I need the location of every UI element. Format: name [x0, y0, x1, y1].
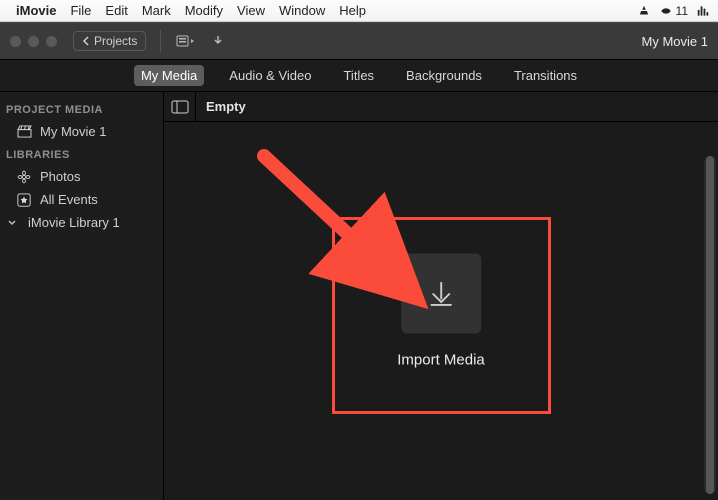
macos-menubar: iMovie File Edit Mark Modify View Window…: [0, 0, 718, 22]
flower-icon: [16, 170, 32, 184]
content-header: Empty: [164, 92, 718, 122]
scrollbar-thumb[interactable]: [706, 156, 714, 494]
sidebar-item-photos[interactable]: Photos: [0, 165, 163, 188]
window-zoom-icon[interactable]: [46, 36, 57, 47]
menu-file[interactable]: File: [70, 3, 91, 18]
menubar-extra-bars-icon[interactable]: [696, 4, 710, 18]
sidebar-item-label: My Movie 1: [40, 124, 106, 139]
clapperboard-icon: [16, 125, 32, 138]
menubar-extra-count-label: 11: [676, 4, 688, 18]
chevron-left-icon: [82, 36, 90, 46]
content-state-label: Empty: [196, 99, 246, 114]
star-icon: [16, 193, 32, 207]
menu-help[interactable]: Help: [339, 3, 366, 18]
menu-mark[interactable]: Mark: [142, 3, 171, 18]
menu-edit[interactable]: Edit: [105, 3, 127, 18]
clip-display-button[interactable]: [175, 34, 197, 48]
tab-backgrounds[interactable]: Backgrounds: [399, 65, 489, 86]
tab-my-media[interactable]: My Media: [134, 65, 204, 86]
import-button[interactable]: [207, 34, 229, 48]
tab-titles[interactable]: Titles: [336, 65, 381, 86]
toolbar-separator: [160, 30, 161, 52]
window-toolbar: Projects My Movie 1: [0, 22, 718, 60]
sidebar-header-project-media: PROJECT MEDIA: [0, 98, 163, 120]
tab-audio-video[interactable]: Audio & Video: [222, 65, 318, 86]
scrollbar[interactable]: [704, 156, 716, 494]
chevron-down-icon: [4, 218, 20, 228]
sidebar-item-all-events[interactable]: All Events: [0, 188, 163, 211]
sidebar-toggle-icon: [171, 100, 189, 114]
project-title: My Movie 1: [642, 34, 708, 49]
back-to-projects-button[interactable]: Projects: [73, 31, 146, 51]
sidebar-toggle-button[interactable]: [164, 92, 196, 122]
window-close-icon[interactable]: [10, 36, 21, 47]
sidebar-item-project[interactable]: My Movie 1: [0, 120, 163, 143]
window-controls[interactable]: [10, 36, 57, 47]
tab-transitions[interactable]: Transitions: [507, 65, 584, 86]
media-tabs: My Media Audio & Video Titles Background…: [0, 60, 718, 92]
menu-modify[interactable]: Modify: [185, 3, 223, 18]
window-minimize-icon[interactable]: [28, 36, 39, 47]
menubar-extra-count[interactable]: 11: [659, 4, 688, 18]
annotation-highlight-box: [332, 217, 551, 414]
sidebar-item-label: Photos: [40, 169, 80, 184]
sidebar-header-libraries: LIBRARIES: [0, 143, 163, 165]
menu-window[interactable]: Window: [279, 3, 325, 18]
sidebar-item-imovie-library[interactable]: iMovie Library 1: [0, 211, 163, 234]
sidebar-item-label: All Events: [40, 192, 98, 207]
menubar-extra-vlc-icon[interactable]: [637, 4, 651, 18]
sidebar-item-label: iMovie Library 1: [28, 215, 120, 230]
menu-view[interactable]: View: [237, 3, 265, 18]
back-to-projects-label: Projects: [94, 34, 137, 48]
app-menu[interactable]: iMovie: [16, 3, 56, 18]
sidebar: PROJECT MEDIA My Movie 1 LIBRARIES Photo…: [0, 92, 164, 500]
